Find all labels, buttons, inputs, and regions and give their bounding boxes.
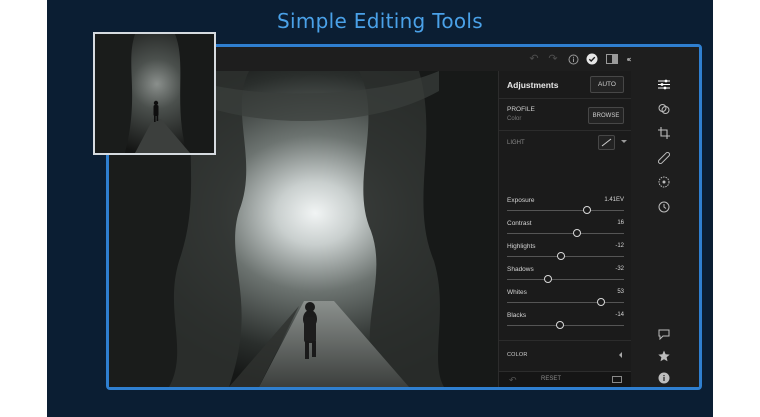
redo-icon[interactable]: ↷ <box>545 51 561 67</box>
slider-track[interactable] <box>507 302 624 303</box>
history-icon[interactable] <box>655 198 673 216</box>
compare-icon[interactable] <box>604 51 620 67</box>
slider-value: -14 <box>615 312 624 318</box>
light-section-label: LIGHT <box>507 140 525 146</box>
slider-shadows[interactable]: Shadows -32 <box>507 266 624 286</box>
presets-icon[interactable] <box>655 100 673 118</box>
slider-value: 1.41EV <box>604 197 624 203</box>
slider-label: Exposure <box>507 197 535 204</box>
section-label: COLOR <box>507 352 528 358</box>
sliders-icon[interactable] <box>655 75 673 93</box>
star-icon[interactable] <box>655 347 673 365</box>
profile-value: Color <box>507 116 522 122</box>
panel-header: Adjustments AUTO <box>499 71 632 99</box>
info-icon[interactable] <box>655 369 673 387</box>
crop-icon[interactable] <box>655 124 673 142</box>
slider-label: Shadows <box>507 266 534 273</box>
tone-curve-button[interactable] <box>598 135 615 150</box>
comment-icon[interactable] <box>655 325 673 343</box>
headline: Simple Editing Tools <box>277 9 483 33</box>
reset-button[interactable]: RESET <box>541 376 561 382</box>
slider-highlights[interactable]: Highlights -12 <box>507 243 624 263</box>
slider-track[interactable] <box>507 256 624 257</box>
slider-thumb[interactable] <box>556 252 565 260</box>
original-photo <box>95 34 214 153</box>
slider-value: 16 <box>617 220 624 226</box>
browse-button[interactable]: BROWSE <box>588 107 624 124</box>
slider-contrast[interactable]: Contrast 16 <box>507 220 624 240</box>
panel-footer: ↶ RESET <box>499 371 632 387</box>
slider-exposure[interactable]: Exposure 1.41EV <box>507 197 624 217</box>
slider-value: -32 <box>615 266 624 272</box>
selective-icon[interactable] <box>655 173 673 191</box>
auto-button[interactable]: AUTO <box>590 76 624 93</box>
check-icon[interactable] <box>584 51 600 67</box>
tool-rail <box>631 47 699 387</box>
slider-thumb[interactable] <box>543 275 552 283</box>
before-after-icon[interactable] <box>612 376 622 383</box>
light-expand-caret-icon[interactable] <box>621 140 627 143</box>
slider-label: Highlights <box>507 243 536 250</box>
profile-row: PROFILE Color BROWSE <box>499 99 632 131</box>
slider-label: Contrast <box>507 220 532 227</box>
adjustments-panel: Adjustments AUTO PROFILE Color BROWSE LI… <box>498 71 632 387</box>
slider-blacks[interactable]: Blacks -14 <box>507 312 624 332</box>
profile-label: PROFILE <box>507 106 535 113</box>
slider-track[interactable] <box>507 233 624 234</box>
slider-thumb[interactable] <box>573 229 582 237</box>
original-thumbnail <box>93 32 216 155</box>
info-icon[interactable] <box>565 51 581 67</box>
tone-curve-icon <box>601 138 612 147</box>
slider-thumb[interactable] <box>555 321 564 329</box>
chevron-left-icon <box>619 352 622 358</box>
healing-icon[interactable] <box>655 149 673 167</box>
panel-title: Adjustments <box>507 80 559 90</box>
slider-track[interactable] <box>507 325 624 326</box>
slider-label: Blacks <box>507 312 527 319</box>
slider-track[interactable] <box>507 210 624 211</box>
slider-value: -12 <box>615 243 624 249</box>
slider-value: 53 <box>617 289 624 295</box>
section-color[interactable]: COLOR <box>499 340 632 367</box>
slider-label: Whites <box>507 289 527 296</box>
slider-whites[interactable]: Whites 53 <box>507 289 624 309</box>
slider-track[interactable] <box>507 279 624 280</box>
undo-adjust-icon[interactable]: ↶ <box>509 375 517 386</box>
slider-thumb[interactable] <box>582 206 591 214</box>
promo-stage: Simple Editing Tools ↶ ↷ Adjustments AUT… <box>47 0 713 417</box>
undo-icon[interactable]: ↶ <box>526 51 542 67</box>
tool-rail-strip <box>631 71 699 387</box>
slider-thumb[interactable] <box>596 298 605 306</box>
